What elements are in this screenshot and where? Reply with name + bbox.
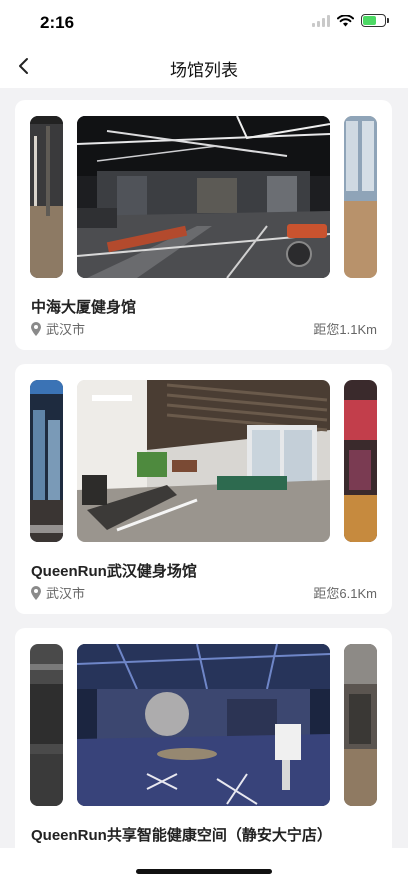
venue-card[interactable]: QueenRun共享智能健康空间（静安大宁店） <box>15 628 392 858</box>
image-carousel[interactable] <box>30 380 377 542</box>
location-pin-icon <box>31 585 41 600</box>
battery-icon <box>361 14 389 27</box>
venue-photo-prev[interactable] <box>30 644 63 806</box>
status-bar: 2:16 <box>0 0 408 44</box>
venue-card[interactable]: 中海大厦健身馆 武汉市 距您1.1Km <box>15 100 392 350</box>
status-time: 2:16 <box>40 13 75 32</box>
venue-card[interactable]: QueenRun武汉健身场馆 武汉市 距您6.1Km <box>15 364 392 614</box>
venue-distance: 距您6.1Km <box>313 586 377 601</box>
wifi-icon <box>337 14 354 26</box>
venue-meta: 武汉市 距您6.1Km <box>30 583 377 601</box>
venue-photo-next[interactable] <box>344 116 377 278</box>
venue-photo-prev[interactable] <box>30 380 63 542</box>
venue-location: 武汉市 <box>30 319 85 338</box>
venue-photo[interactable] <box>77 380 330 542</box>
cellular-signal-icon <box>312 14 330 27</box>
venue-photo[interactable] <box>77 644 330 806</box>
venue-name: QueenRun武汉健身场馆 <box>31 563 197 580</box>
venue-name: 中海大厦健身馆 <box>31 299 137 316</box>
home-indicator[interactable] <box>136 869 272 874</box>
venue-distance: 距您1.1Km <box>313 322 377 337</box>
page-title: 场馆列表 <box>170 61 238 80</box>
bottom-safe-area <box>0 848 408 883</box>
venue-city: 武汉市 <box>46 586 86 601</box>
venue-name: QueenRun共享智能健康空间（静安大宁店） <box>31 827 332 844</box>
venue-photo-next[interactable] <box>344 644 377 806</box>
venue-list: 中海大厦健身馆 武汉市 距您1.1Km QueenRun武汉健身场馆 武汉市 距… <box>15 100 392 872</box>
venue-meta: 武汉市 距您1.1Km <box>30 319 377 337</box>
venue-photo[interactable] <box>77 116 330 278</box>
venue-photo-prev[interactable] <box>30 116 63 278</box>
venue-photo-next[interactable] <box>344 380 377 542</box>
location-pin-icon <box>31 321 41 336</box>
venue-city: 武汉市 <box>46 322 86 337</box>
image-carousel[interactable] <box>30 116 377 278</box>
status-icons <box>312 14 389 27</box>
venue-location: 武汉市 <box>30 583 85 602</box>
image-carousel[interactable] <box>30 644 377 806</box>
nav-bar: 场馆列表 <box>0 44 408 88</box>
